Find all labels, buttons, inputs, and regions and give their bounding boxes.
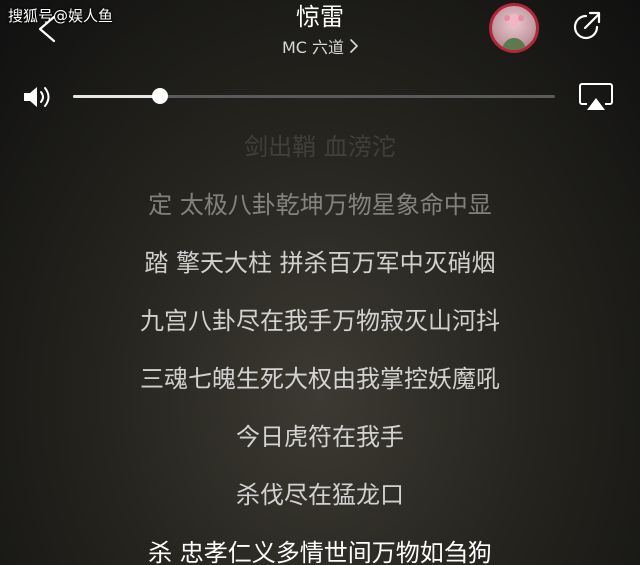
volume-slider-fill — [73, 95, 160, 98]
lyrics-viewport[interactable]: 剑出鞘 血滂沱 定 太极八卦乾坤万物星象命中显 踏 擎天大柱 拼杀百万军中灭硝烟… — [0, 128, 640, 565]
lyric-line: 今日虎符在我手 — [236, 423, 404, 451]
lyric-line: 三魂七魄生死大权由我掌控妖魔吼 — [140, 365, 500, 393]
volume-slider-knob[interactable] — [151, 88, 168, 104]
artist-link[interactable]: MC 六道 — [282, 34, 358, 58]
lyric-line-current: 杀 忠孝仁义多情世间万物如刍狗 — [148, 539, 492, 565]
airplay-icon — [579, 83, 613, 110]
avatar-image — [502, 14, 526, 50]
artist-name: MC 六道 — [281, 38, 345, 57]
lyric-line: 杀伐尽在猛龙口 — [236, 481, 404, 509]
volume-slider[interactable] — [73, 88, 555, 104]
lyric-line: 剑出鞘 血滂沱 — [244, 133, 396, 161]
song-title: 惊雷 — [296, 3, 344, 31]
chevron-right-icon — [350, 39, 358, 53]
share-icon — [573, 11, 601, 40]
lyric-line: 定 太极八卦乾坤万物星象命中显 — [148, 191, 492, 219]
volume-icon[interactable] — [22, 85, 56, 109]
artist-avatar[interactable] — [489, 3, 539, 53]
share-button[interactable] — [568, 9, 604, 45]
title-block: 惊雷 MC 六道 — [0, 2, 640, 58]
lyrics-list: 剑出鞘 血滂沱 定 太极八卦乾坤万物星象命中显 踏 擎天大柱 拼杀百万军中灭硝烟… — [0, 128, 640, 565]
airplay-button[interactable] — [578, 82, 614, 112]
lyric-line: 踏 擎天大柱 拼杀百万军中灭硝烟 — [144, 249, 496, 277]
lyric-line: 九宫八卦尽在我手万物寂灭山河抖 — [140, 307, 500, 335]
